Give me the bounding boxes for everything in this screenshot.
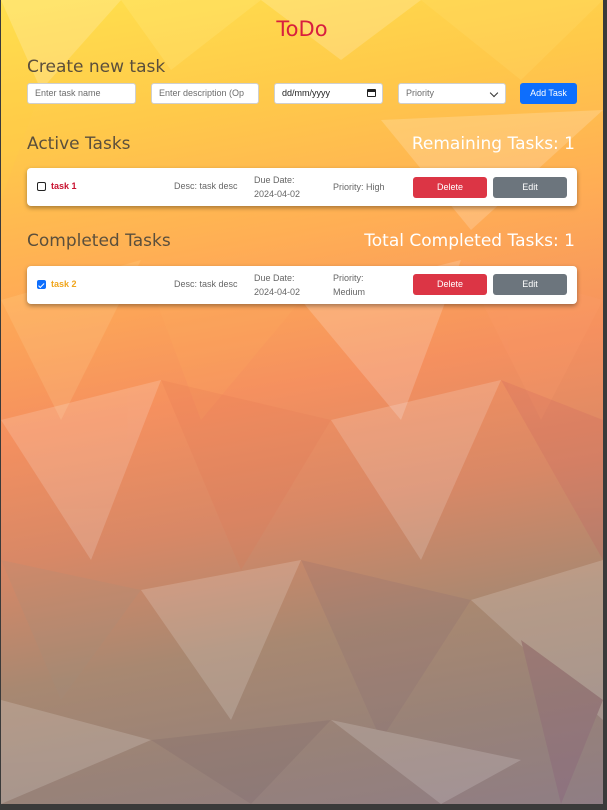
create-task-heading: Create new task xyxy=(27,57,166,77)
add-task-button[interactable]: Add Task xyxy=(520,83,577,104)
task-due-label: Due Date: xyxy=(254,175,295,185)
edit-task-button[interactable]: Edit xyxy=(493,177,567,198)
task-name[interactable]: task 2 xyxy=(51,279,77,289)
completed-tasks-count: Total Completed Tasks: 1 xyxy=(364,231,575,251)
chevron-down-icon xyxy=(489,88,499,98)
due-date-input[interactable]: dd/mm/yyyy xyxy=(274,83,383,104)
window-edge xyxy=(603,0,607,810)
task-description: Desc: task desc xyxy=(174,181,238,191)
task-due-date: 2024-04-02 xyxy=(254,287,301,297)
task-checkbox-checked-icon[interactable] xyxy=(37,280,46,289)
priority-select[interactable]: Priority xyxy=(398,83,506,104)
remaining-tasks-count: Remaining Tasks: 1 xyxy=(411,134,575,154)
due-date-placeholder: dd/mm/yyyy xyxy=(282,88,331,98)
calendar-icon[interactable] xyxy=(367,89,376,97)
delete-task-button[interactable]: Delete xyxy=(413,274,487,295)
task-name-placeholder: Enter task name xyxy=(35,88,101,98)
task-description: Desc: task desc xyxy=(174,279,238,289)
task-description-input[interactable]: Enter description (Op xyxy=(151,83,259,104)
task-priority: Priority: High xyxy=(333,182,385,192)
app-title: ToDo xyxy=(276,17,328,41)
task-priority-value: Medium xyxy=(333,287,366,297)
task-name[interactable]: task 1 xyxy=(51,181,77,191)
task-checkbox-icon[interactable] xyxy=(37,182,46,191)
task-due-date: 2024-04-02 xyxy=(254,189,301,199)
completed-tasks-heading: Completed Tasks xyxy=(27,231,171,251)
task-due-label: Due Date: xyxy=(254,273,295,283)
task-name-input[interactable]: Enter task name xyxy=(27,83,136,104)
edit-task-button[interactable]: Edit xyxy=(493,274,567,295)
priority-select-value: Priority xyxy=(406,88,435,98)
app-background: ToDo Create new task Enter task name Ent… xyxy=(1,0,603,804)
completed-task-card: task 2 Desc: task desc Due Date: 2024-04… xyxy=(27,266,577,304)
task-priority-label: Priority: xyxy=(333,273,364,283)
delete-task-button[interactable]: Delete xyxy=(413,177,487,198)
active-task-card: task 1 Desc: task desc Due Date: 2024-04… xyxy=(27,168,577,206)
active-tasks-heading: Active Tasks xyxy=(27,134,131,154)
task-description-placeholder: Enter description (Op xyxy=(159,88,245,98)
window-bottom-edge xyxy=(0,804,607,810)
